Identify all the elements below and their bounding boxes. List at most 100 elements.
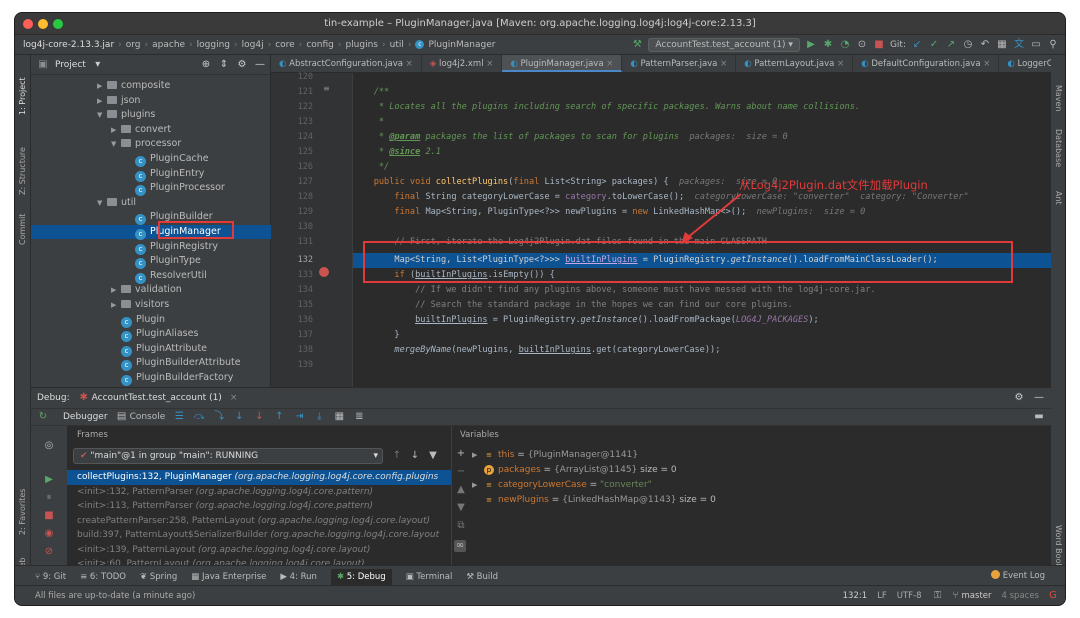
translate-icon[interactable]: 文 [1013,39,1025,51]
coverage-icon[interactable]: ◔ [839,39,851,51]
force-step-into-icon[interactable]: ↓ [253,411,265,423]
bottom-tab[interactable]: ✱ 5: Debug [330,568,392,585]
structure-tool-tab[interactable]: Z: Structure [18,147,27,195]
word-book-tool-tab[interactable]: Word Book [1054,525,1063,568]
chevron-down-icon[interactable]: ▼ [111,137,121,151]
lock-icon[interactable]: ⚿ [932,590,944,602]
debug-session-tab[interactable]: AccountTest.test_account (1) [92,393,222,403]
breadcrumb-item[interactable]: util [390,40,404,50]
stack-frame[interactable]: collectPlugins:132, PluginManager (org.a… [67,470,451,485]
close-tab-icon[interactable]: × [403,59,413,69]
stack-frame[interactable]: <init>:113, PatternParser (org.apache.lo… [67,499,451,514]
tree-folder[interactable]: ▶ visitors [111,298,169,312]
infinity-icon[interactable]: ∞ [454,540,466,552]
indent-setting[interactable]: 4 spaces [1002,591,1039,601]
thread-select[interactable]: ✔ "main"@1 in group "main": RUNNING ▾ [73,448,383,464]
view-breakpoints-icon[interactable]: ◉ [43,528,55,540]
hide-icon[interactable]: — [254,59,266,71]
line-separator[interactable]: LF [877,591,887,601]
breakpoint-icon[interactable] [319,267,329,277]
locate-icon[interactable]: ⊕ [200,59,212,71]
chevron-down-icon[interactable]: ▼ [97,108,107,122]
editor-tab[interactable]: ◐ DefaultConfiguration.java × [853,55,1000,72]
tree-folder[interactable]: ▶ convert [111,123,171,137]
breadcrumb-item[interactable]: org [126,40,141,50]
rerun-icon[interactable]: ↻ [37,411,49,423]
copy-icon[interactable]: ⧉ [455,520,467,532]
maven-tool-tab[interactable]: Maven [1054,85,1063,112]
chevron-right-icon[interactable]: ▶ [97,94,107,108]
arrow-down-icon[interactable]: ↓ [409,450,421,462]
tree-class[interactable]: c PluginCache [125,152,209,167]
breadcrumb-item[interactable]: apache [152,40,185,50]
close-tab-icon[interactable]: × [604,59,613,69]
breadcrumb-item[interactable]: core [275,40,295,50]
project-structure-icon[interactable]: ▦ [996,39,1008,51]
tree-class[interactable]: c PluginBuilderFactory [111,371,233,386]
collapse-icon[interactable]: ⇕ [218,59,230,71]
history-icon[interactable]: ◷ [962,39,974,51]
editor-tab[interactable]: ◐ PluginManager.java × [502,55,623,72]
pause-icon[interactable]: ⏸ [43,492,55,504]
console-tab[interactable]: Console [130,412,166,422]
variable-row[interactable]: ▶ ≡ this = {PluginManager@1141} [472,448,638,463]
event-log[interactable]: Event Log [990,570,1045,581]
bottom-tab[interactable]: ≡ 6: TODO [80,572,126,582]
menu-icon[interactable]: ☰ [173,411,185,423]
close-tab-icon[interactable]: × [484,59,493,69]
search-icon[interactable]: ⚲ [1047,39,1059,51]
tree-class[interactable]: c Plugin [111,313,165,328]
run-to-cursor-icon[interactable]: ⤓ [313,411,325,423]
bottom-tab[interactable]: ⑂ 9: Git [35,572,66,582]
add-watch-icon[interactable]: + [455,448,467,460]
variable-row[interactable]: ≡ newPlugins = {LinkedHashMap@1143} size … [472,493,716,508]
tree-folder[interactable]: ▼ util [97,196,136,210]
run-configuration-select[interactable]: AccountTest.test_account (1) ▾ [648,38,800,52]
stack-frame[interactable]: <init>:139, PatternLayout (org.apache.lo… [67,543,451,558]
tree-class[interactable]: c PluginRegistry [125,240,218,255]
expand-icon[interactable]: ▶ [472,448,484,463]
git-branch[interactable]: master [962,591,992,601]
editor-tab[interactable]: ◐ LoggerContext.java × [999,55,1051,72]
close-tab-icon[interactable]: × [981,59,990,69]
close-icon[interactable]: × [230,393,238,403]
bottom-tab[interactable]: ▶ 4: Run [280,572,317,582]
arrow-up-icon[interactable]: ↑ [391,450,403,462]
step-out-icon[interactable]: ↑ [273,411,285,423]
tree-folder[interactable]: ▶ json [97,94,140,108]
git-update-icon[interactable]: ↙ [911,39,923,51]
git-push-icon[interactable]: ↗ [945,39,957,51]
tree-class[interactable]: c ResolverUtil [125,269,207,284]
filter-icon[interactable]: ▼ [427,450,439,462]
chevron-right-icon[interactable]: ▶ [111,298,121,312]
resume-icon[interactable]: ▶ [43,474,55,486]
tree-folder[interactable]: ▼ plugins [97,108,155,122]
step-into-icon[interactable]: ↓ [233,411,245,423]
stop-icon[interactable]: ■ [873,39,885,51]
gear-icon[interactable]: ⚙ [1013,392,1025,404]
project-panel-title[interactable]: Project [55,60,86,70]
tree-class[interactable]: c PluginEntry [125,167,204,182]
variable-row[interactable]: p packages = {ArrayList@1145} size = 0 [472,463,677,478]
layout-icon[interactable]: ▬ [1033,411,1045,423]
trace-icon[interactable]: ≣ [353,411,365,423]
evaluate-icon[interactable]: ▦ [333,411,345,423]
editor-tab[interactable]: ◐ PatternParser.java × [622,55,737,72]
commit-tool-tab[interactable]: Commit [18,214,27,245]
hide-icon[interactable]: — [1033,392,1045,404]
ant-tool-tab[interactable]: Ant [1054,191,1063,205]
favorites-tool-tab[interactable]: 2: Favorites [18,489,27,535]
gear-icon[interactable]: ⚙ [236,59,248,71]
breadcrumb-item[interactable]: plugins [345,40,378,50]
cursor-position[interactable]: 132:1 [843,591,868,601]
git-commit-icon[interactable]: ✓ [928,39,940,51]
chevron-down-icon[interactable]: ▼ [97,196,107,210]
tree-class[interactable]: c PluginProcessor [125,181,225,197]
close-tab-icon[interactable]: × [834,59,844,69]
chevron-down-icon[interactable]: ▾ [92,59,104,71]
chevron-right-icon[interactable]: ▶ [97,79,107,93]
bottom-tab[interactable]: ❦ Spring [140,572,177,582]
chevron-right-icon[interactable]: ▶ [111,283,121,297]
step-over-icon[interactable]: ⤵ [213,411,225,423]
chevron-right-icon[interactable]: ▶ [111,123,121,137]
